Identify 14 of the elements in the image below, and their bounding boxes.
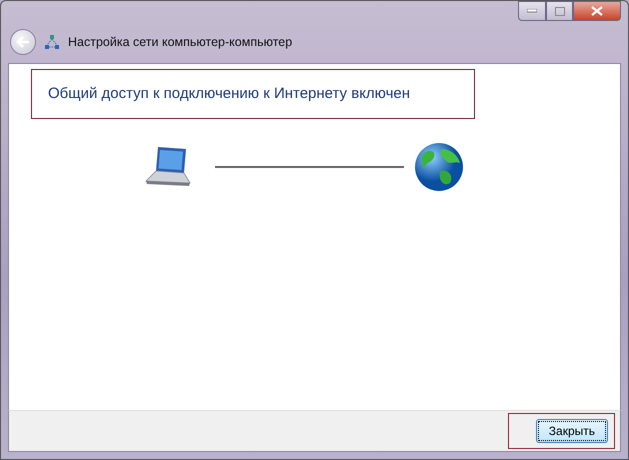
laptop-icon (144, 145, 192, 189)
back-arrow-icon (16, 36, 30, 48)
close-button[interactable] (573, 1, 621, 21)
close-icon (591, 6, 603, 16)
globe-icon (414, 141, 464, 193)
maximize-button[interactable] (546, 1, 573, 21)
maximize-icon (554, 6, 564, 16)
close-dialog-button[interactable]: Закрыть (536, 419, 608, 443)
network-icon (44, 34, 60, 50)
window-title: Настройка сети компьютер-компьютер (68, 34, 292, 51)
minimize-button[interactable] (518, 1, 546, 21)
back-button[interactable] (10, 29, 36, 55)
status-heading: Общий доступ к подключению к Интернету включен (31, 69, 475, 119)
minimize-icon (527, 9, 537, 13)
